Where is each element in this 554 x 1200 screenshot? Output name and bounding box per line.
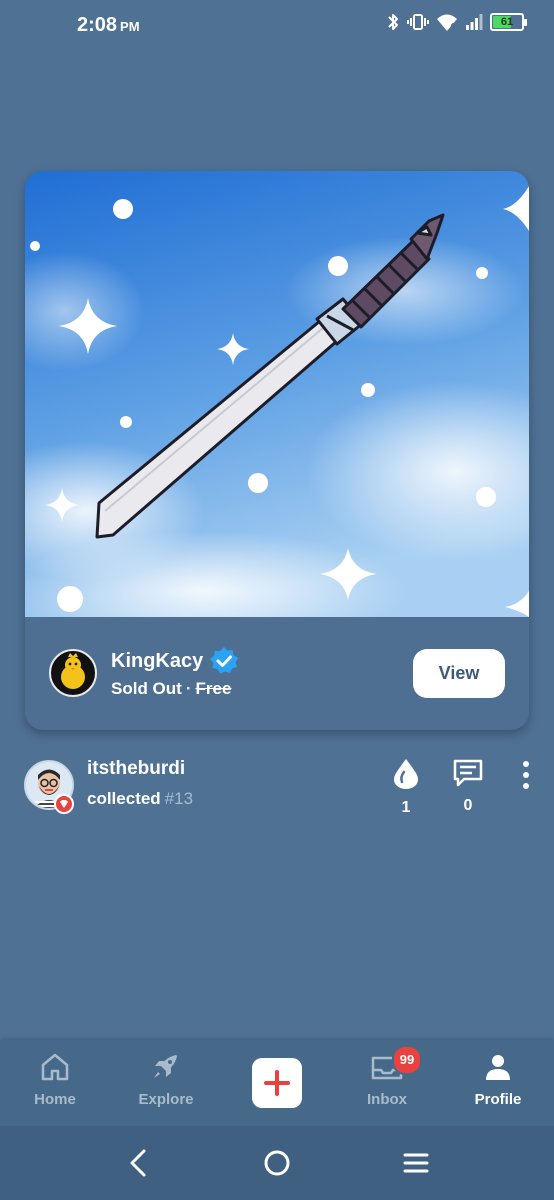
- status-bar: 2:08 PM 61: [0, 0, 554, 52]
- tab-explore-label: Explore: [138, 1091, 194, 1108]
- collect-activity-row: itstheburdi collected #13 1 0: [0, 758, 554, 818]
- original-price: Free: [195, 679, 232, 698]
- flame-icon: [394, 759, 418, 789]
- sale-status: Sold Out: [111, 679, 182, 698]
- tab-profile[interactable]: Profile: [448, 1052, 548, 1108]
- view-button[interactable]: View: [413, 649, 505, 698]
- home-circle-icon[interactable]: [262, 1148, 292, 1178]
- clock-time: 2:08: [77, 14, 118, 36]
- bluetooth-icon: [388, 14, 398, 30]
- home-icon: [41, 1053, 69, 1081]
- comment-count: 0: [463, 797, 473, 814]
- person-icon: [486, 1055, 510, 1080]
- status-time: 2:08 PM: [77, 14, 140, 37]
- tab-home[interactable]: Home: [5, 1052, 105, 1108]
- back-icon[interactable]: [126, 1148, 150, 1178]
- post-card[interactable]: KingKacy Sold Out · Free View: [25, 171, 529, 730]
- like-button[interactable]: 1: [390, 758, 422, 817]
- tab-home-label: Home: [34, 1091, 76, 1108]
- card-footer: KingKacy Sold Out · Free View: [25, 617, 529, 730]
- signal-icon: [466, 14, 483, 30]
- vibrate-icon: [407, 14, 429, 30]
- bottom-tab-bar: Home Explore 99 Inbox Profile: [0, 1040, 554, 1126]
- collector-username[interactable]: itstheburdi: [87, 758, 185, 780]
- recents-menu-icon[interactable]: [402, 1148, 430, 1178]
- create-post-button[interactable]: [252, 1058, 302, 1108]
- wifi-icon: [437, 14, 457, 31]
- rocket-icon: [154, 1055, 177, 1078]
- action-text: collected: [87, 789, 161, 808]
- comment-button[interactable]: 0: [452, 758, 484, 815]
- creator-name[interactable]: KingKacy: [111, 650, 203, 673]
- price-row: Sold Out · Free: [111, 679, 231, 699]
- chick-avatar-icon: [61, 653, 85, 689]
- price-separator: ·: [185, 679, 192, 698]
- tab-profile-label: Profile: [474, 1091, 522, 1108]
- more-vertical-icon[interactable]: [520, 760, 532, 790]
- status-icons: 61: [386, 12, 527, 32]
- collected-info: collected #13: [87, 789, 193, 809]
- plus-icon: [264, 1070, 290, 1096]
- battery-indicator: 61: [490, 13, 527, 31]
- creator-avatar[interactable]: [49, 649, 97, 697]
- verified-badge-icon: [210, 647, 239, 674]
- edition-number: #13: [164, 789, 194, 808]
- clock-ampm: PM: [120, 19, 140, 34]
- system-navigation-bar: [0, 1126, 554, 1200]
- like-count: 1: [401, 799, 411, 816]
- tab-inbox[interactable]: 99 Inbox: [337, 1045, 437, 1108]
- inbox-badge: 99: [392, 1045, 422, 1075]
- creator-name-row: KingKacy: [111, 646, 239, 676]
- collector-badge-icon: [54, 794, 74, 814]
- nft-artwork-image[interactable]: [25, 171, 529, 617]
- tab-inbox-label: Inbox: [367, 1091, 407, 1108]
- battery-level: 61: [500, 16, 514, 28]
- tab-explore[interactable]: Explore: [116, 1052, 216, 1108]
- comment-icon: [453, 759, 483, 787]
